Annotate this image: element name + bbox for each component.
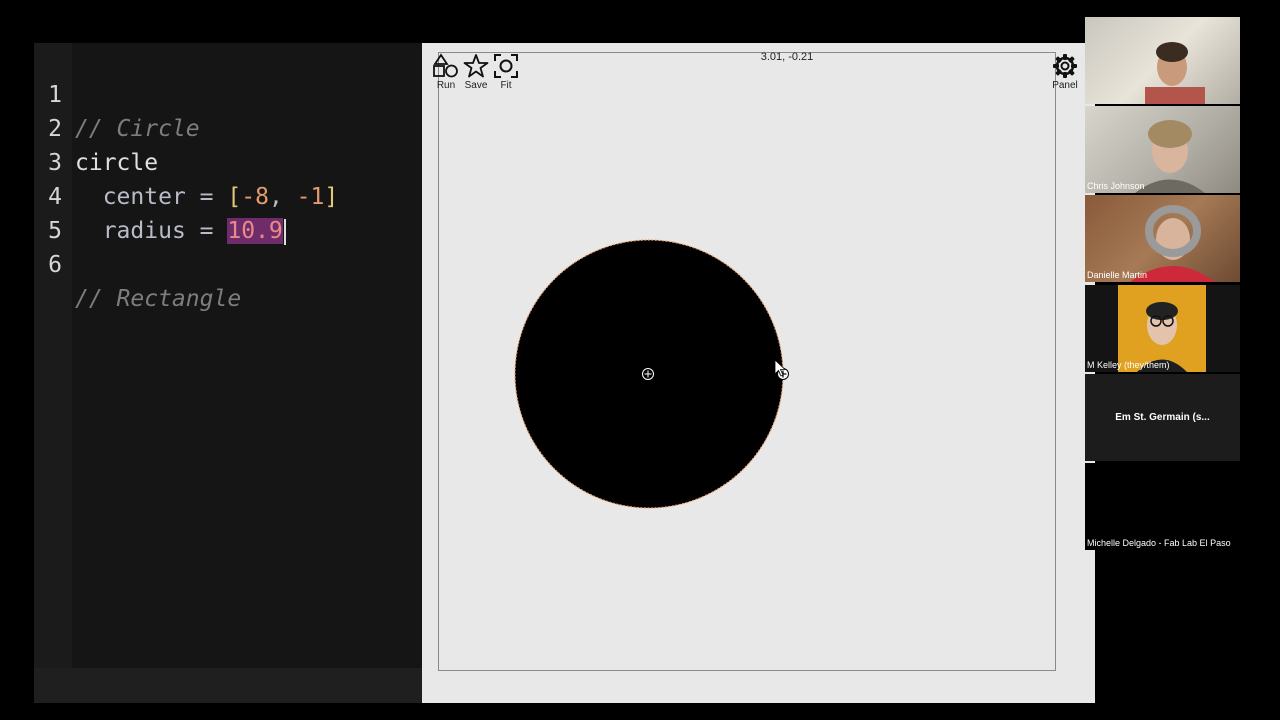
participant-name: Michelle Delgado - Fab Lab El Paso — [1087, 538, 1231, 548]
participant-name: Danielle Martin — [1087, 270, 1148, 280]
participant-video-tile[interactable]: M Kelley (they/them) — [1085, 285, 1240, 372]
code-comment: // Rectangle — [75, 286, 242, 312]
code-line-4[interactable]: 4 radius = 10.9 — [34, 146, 422, 245]
participant-video-icon — [1137, 302, 1187, 372]
canvas-scene — [514, 239, 789, 509]
participant-video-tile[interactable]: Em St. Germain (s... — [1085, 374, 1240, 461]
participant-video-tile[interactable]: Chris Johnson — [1085, 106, 1240, 193]
star-icon — [463, 54, 489, 78]
code-line-6[interactable]: 6 // Rectangle — [34, 214, 422, 312]
fit-label: Fit — [500, 80, 512, 91]
run-label: Run — [436, 80, 456, 91]
panel-button[interactable]: Panel — [1048, 53, 1082, 91]
participant-video-tile[interactable] — [1085, 17, 1240, 104]
participant-video-icon — [1135, 120, 1205, 193]
gear-icon — [1053, 54, 1077, 78]
save-button[interactable]: Save — [459, 53, 493, 91]
participant-video-tile[interactable]: Danielle Martin — [1085, 195, 1240, 282]
participant-name: Em St. Germain (s... — [1115, 412, 1210, 423]
participant-video-icon — [1130, 205, 1215, 282]
save-label: Save — [464, 80, 488, 91]
code-line-5[interactable]: 5 — [34, 180, 422, 244]
cursor-coordinates: 3.01, -0.21 — [760, 51, 814, 63]
participant-video-tile[interactable]: Michelle Delgado - Fab Lab El Paso — [1085, 463, 1240, 550]
code-line-3[interactable]: 3 center = [-8, -1] — [34, 112, 422, 210]
participant-name: Chris Johnson — [1087, 181, 1145, 191]
run-button[interactable]: Run — [429, 53, 463, 91]
editor-footer — [34, 668, 422, 703]
render-viewer[interactable]: 3.01, -0.21 Run Save Fit Panel — [422, 43, 1095, 703]
fit-button[interactable]: Fit — [489, 53, 523, 91]
participant-name: M Kelley (they/them) — [1087, 360, 1170, 370]
code-line-1[interactable]: 1 // Circle — [34, 44, 422, 142]
shapes-icon — [433, 53, 458, 78]
code-editor[interactable]: 1 // Circle 2 circle 3 center = [-8, -1]… — [34, 43, 422, 703]
line-number: 6 — [48, 252, 62, 278]
code-line-2[interactable]: 2 circle — [34, 78, 422, 176]
fit-to-view-icon — [494, 54, 518, 78]
participant-video-icon — [1145, 42, 1205, 104]
panel-label: Panel — [1052, 80, 1078, 91]
